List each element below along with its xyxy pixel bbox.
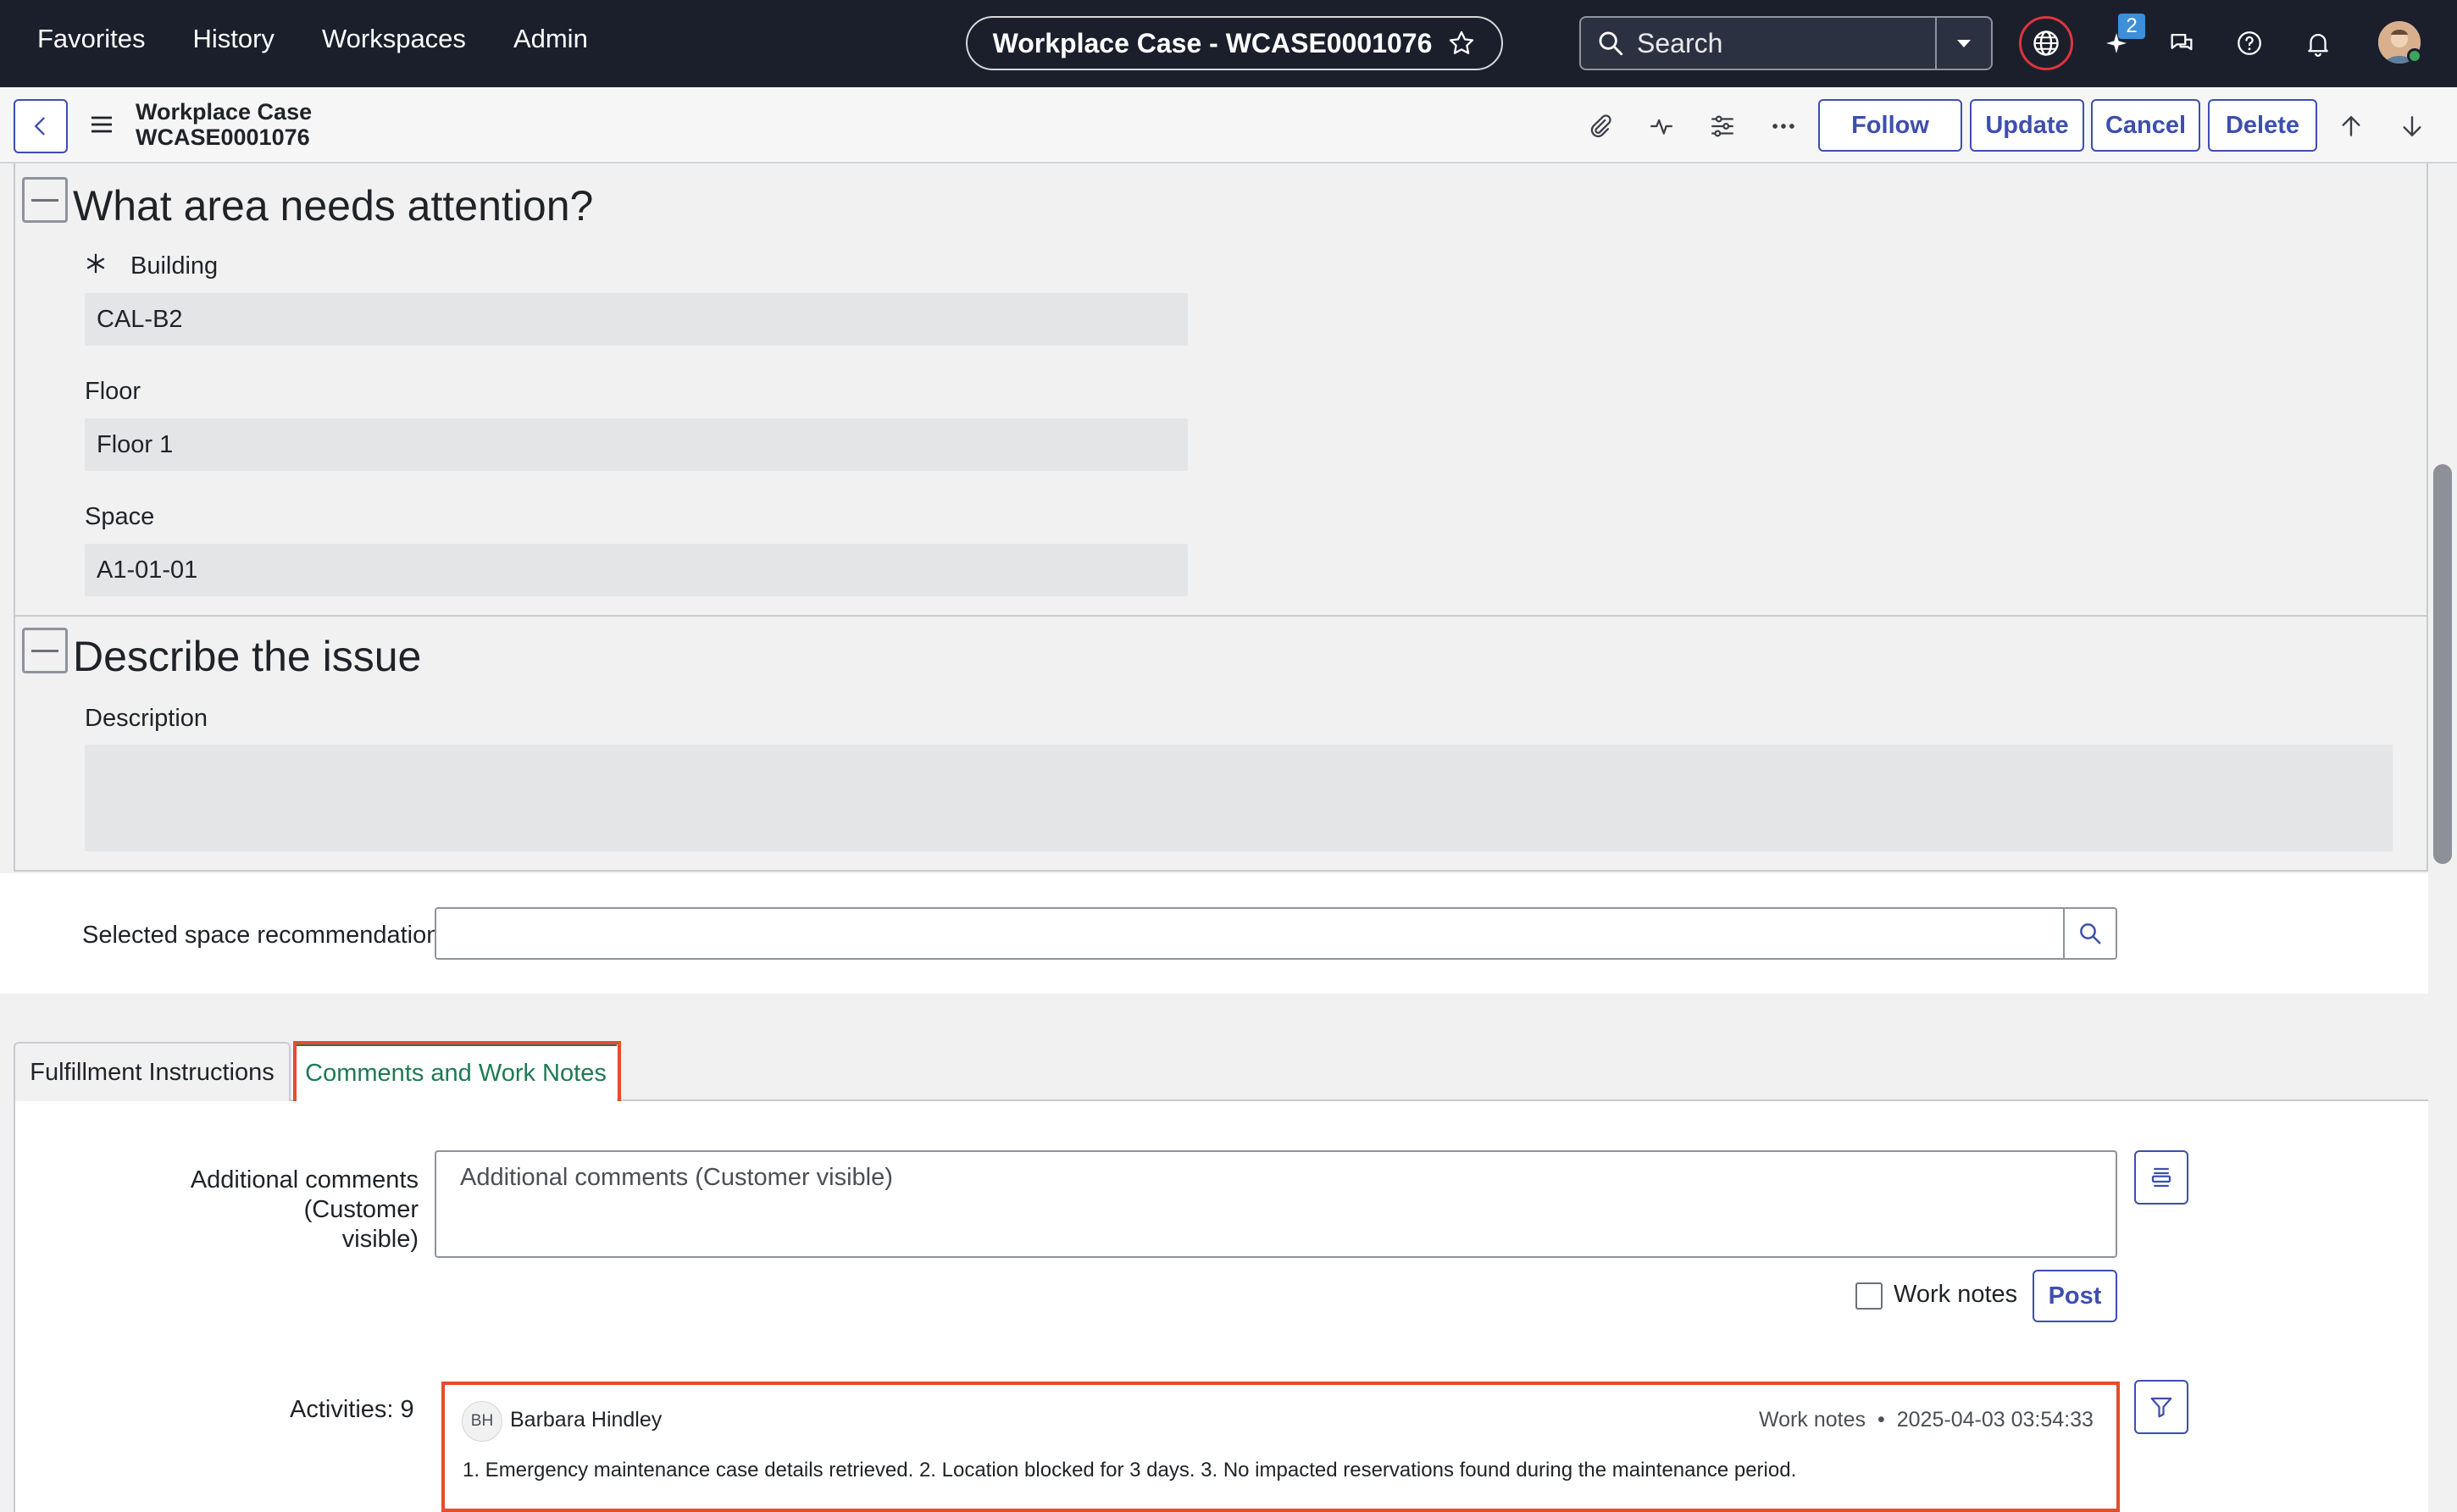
space-label: Space (85, 503, 155, 530)
form-title-table: Workplace Case (136, 99, 313, 125)
search-icon (2080, 923, 2101, 944)
record-title: Workplace Case - WCASE0001076 (992, 27, 1433, 58)
update-button[interactable]: Update (1970, 99, 2084, 152)
language-button[interactable] (2019, 16, 2073, 70)
building-field[interactable]: CAL-B2 (85, 293, 1188, 346)
section-divider (14, 615, 2428, 617)
activity-timestamp: 2025-04-03 03:54:33 (1896, 1408, 2094, 1432)
recommendation-lookup-button[interactable] (2063, 907, 2117, 960)
space-field[interactable]: A1-01-01 (85, 544, 1188, 596)
help-button[interactable] (2229, 23, 2270, 64)
search-scope-dropdown[interactable] (1935, 18, 1991, 69)
post-button[interactable]: Post (2033, 1270, 2117, 1322)
activity-author-avatar: BH (462, 1401, 502, 1442)
help-icon (2238, 31, 2261, 55)
activity-meta: Work notes • 2025-04-03 03:54:33 (1759, 1408, 2094, 1432)
search-icon (1599, 31, 1623, 56)
collapse-area-section-button[interactable] (22, 177, 68, 223)
record-title-pill[interactable]: Workplace Case - WCASE0001076 (966, 16, 1503, 70)
activity-filter-button[interactable] (2134, 1380, 2188, 1434)
attachment-button[interactable] (1583, 109, 1617, 143)
global-search[interactable]: Search (1579, 16, 1993, 70)
nav-menu: Favorites History Workspaces Admin (37, 24, 588, 54)
activities-count: Activities: 9 (290, 1396, 414, 1423)
bell-icon (2308, 34, 2328, 57)
collapse-issue-section-button[interactable] (22, 628, 68, 673)
top-navigation: Favorites History Workspaces Admin Workp… (0, 0, 2457, 87)
additional-comments-label: Additional comments (Customer visible) (83, 1166, 419, 1254)
nav-history[interactable]: History (192, 24, 274, 54)
tab-fulfillment-instructions[interactable]: Fulfillment Instructions (14, 1042, 291, 1101)
stacked-list-icon (2151, 1167, 2171, 1188)
nav-admin[interactable]: Admin (513, 24, 588, 54)
cancel-button[interactable]: Cancel (2091, 99, 2200, 152)
comment-templates-button[interactable] (2134, 1150, 2188, 1205)
section-title-area: What area needs attention? (73, 182, 594, 230)
work-notes-label: Work notes (1894, 1281, 2018, 1308)
additional-comments-label-line1: Additional comments (Customer (190, 1166, 419, 1223)
activity-entry (441, 1382, 2120, 1512)
back-button[interactable] (14, 99, 68, 153)
activity-button[interactable] (1644, 109, 1678, 143)
ellipsis-icon (1772, 124, 1794, 129)
minus-icon (31, 198, 58, 202)
presence-status-dot (2407, 48, 2422, 64)
notification-count-badge: 2 (2118, 14, 2145, 39)
previous-record-button[interactable] (2334, 109, 2368, 143)
form-title-number: WCASE0001076 (136, 125, 310, 150)
recommendation-label: Selected space recommendation (82, 922, 441, 949)
globe-icon (2033, 30, 2059, 56)
chat-button[interactable] (2161, 23, 2202, 64)
arrow-down-icon (2403, 116, 2421, 137)
search-input[interactable]: Search (1637, 28, 1935, 59)
description-field[interactable] (85, 745, 2393, 851)
context-menu-icon[interactable] (88, 111, 115, 138)
activity-type: Work notes (1759, 1408, 1866, 1432)
nav-workspaces[interactable]: Workspaces (322, 24, 466, 54)
paperclip-icon (1590, 114, 1611, 138)
personalize-button[interactable] (1705, 109, 1739, 143)
filter-icon (2150, 1397, 2172, 1418)
additional-comments-textarea[interactable]: Additional comments (Customer visible) (435, 1150, 2117, 1258)
chevron-left-icon (35, 117, 45, 136)
activity-text: 1. Emergency maintenance case details re… (463, 1459, 1797, 1482)
description-label: Description (85, 705, 208, 732)
form-header: Workplace Case WCASE0001076 Follow Updat… (0, 87, 2457, 163)
minus-icon (31, 649, 58, 652)
chat-icon (2171, 33, 2193, 51)
chevron-down-icon (1957, 40, 1971, 47)
floor-field[interactable]: Floor 1 (85, 418, 1188, 471)
delete-button[interactable]: Delete (2208, 99, 2317, 152)
section-title-issue: Describe the issue (73, 633, 422, 680)
work-notes-checkbox[interactable] (1855, 1282, 1883, 1310)
additional-comments-label-line2: visible) (341, 1226, 419, 1253)
star-icon[interactable] (1447, 29, 1476, 58)
floor-label: Floor (85, 378, 141, 405)
building-label: Building (130, 252, 219, 280)
more-options-button[interactable] (1766, 109, 1800, 143)
bullet-separator: • (1877, 1408, 1885, 1432)
activity-author-name: Barbara Hindley (510, 1408, 663, 1432)
sliders-icon (1711, 115, 1733, 137)
nav-favorites[interactable]: Favorites (37, 24, 145, 54)
next-record-button[interactable] (2395, 109, 2429, 143)
notifications-button[interactable] (2298, 23, 2338, 64)
recommendation-input[interactable] (435, 907, 2065, 960)
required-asterisk-icon (86, 253, 105, 274)
form-title: Workplace Case WCASE0001076 (136, 99, 312, 150)
follow-button[interactable]: Follow (1818, 99, 1962, 152)
arrow-up-icon (2342, 115, 2360, 136)
scrollbar-thumb[interactable] (2433, 464, 2452, 864)
pulse-icon (1650, 119, 1672, 135)
